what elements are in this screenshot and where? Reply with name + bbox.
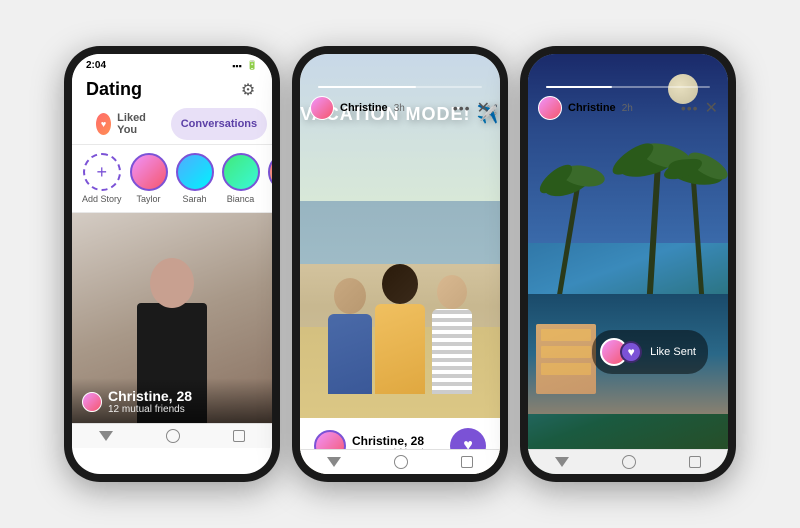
story-user-info-center: Christine 3h bbox=[310, 96, 405, 120]
status-time: 2:04 bbox=[86, 60, 106, 71]
story-username-right: Christine bbox=[568, 102, 616, 114]
recents-button-right[interactable] bbox=[689, 456, 701, 468]
phone-center: VACATION MODE! ✈️ Christine 3h ••• bbox=[292, 46, 508, 482]
close-icon-right[interactable]: ✕ bbox=[705, 98, 718, 118]
status-icons: ▪▪▪ 🔋 bbox=[232, 60, 258, 71]
like-sent-card: ♥ Like Sent bbox=[592, 330, 708, 374]
story-taylor[interactable]: Taylor bbox=[130, 153, 168, 204]
person-2 bbox=[375, 264, 425, 394]
story-actions: ••• ✕ bbox=[453, 98, 490, 118]
person-1 bbox=[328, 278, 372, 394]
add-story-button[interactable]: + bbox=[83, 153, 121, 191]
close-icon-center[interactable]: ✕ bbox=[477, 98, 490, 118]
bottom-nav-right bbox=[528, 449, 728, 474]
back-button-center[interactable] bbox=[327, 457, 341, 467]
tab-bar: ♥ Liked You Conversations bbox=[72, 104, 272, 145]
like-sent-avatars: ♥ bbox=[600, 338, 642, 366]
story-username-center: Christine bbox=[340, 102, 388, 114]
settings-icon[interactable]: ⚙ bbox=[238, 80, 258, 100]
story-header-right: Christine 2h ••• ✕ bbox=[528, 88, 728, 128]
home-button-center[interactable] bbox=[394, 455, 408, 469]
tab-conversations-label: Conversations bbox=[181, 118, 257, 130]
story-avatar-right bbox=[538, 96, 562, 120]
story-sarah[interactable]: Sarah bbox=[176, 153, 214, 204]
recents-button[interactable] bbox=[233, 430, 245, 442]
home-button-right[interactable] bbox=[622, 455, 636, 469]
story-bianca[interactable]: Bianca bbox=[222, 153, 260, 204]
profile-overlay: Christine, 28 12 mutual friends bbox=[72, 378, 272, 423]
story-actions-right: ••• ✕ bbox=[681, 98, 718, 118]
story-name-center: Christine, 28 bbox=[352, 434, 429, 448]
add-story-label: Add Story bbox=[82, 194, 122, 204]
phone-left: 2:04 ▪▪▪ 🔋 Dating ⚙ ♥ Liked You Conversa… bbox=[64, 46, 280, 482]
taylor-label: Taylor bbox=[137, 194, 161, 204]
bottom-nav-center bbox=[300, 449, 500, 474]
profile-card[interactable]: Christine, 28 12 mutual friends bbox=[72, 213, 272, 423]
story-fullscreen-right: ♥ Like Sent Christine 2h bbox=[528, 54, 728, 474]
taylor-avatar bbox=[130, 153, 168, 191]
story-add[interactable]: + Add Story bbox=[82, 153, 122, 204]
more-icon-center[interactable]: ••• bbox=[453, 100, 471, 116]
story-avatar-center bbox=[310, 96, 334, 120]
story-header-center: Christine 3h ••• ✕ bbox=[300, 88, 500, 128]
profile-mutual: 12 mutual friends bbox=[108, 404, 192, 415]
app-title: Dating bbox=[86, 79, 142, 100]
person-3 bbox=[432, 275, 472, 394]
like-sent-text: Like Sent bbox=[650, 346, 696, 358]
profile-mini-avatar bbox=[82, 392, 102, 412]
profile-name: Christine, 28 bbox=[108, 388, 192, 404]
back-button-right[interactable] bbox=[555, 457, 569, 467]
back-button[interactable] bbox=[99, 431, 113, 441]
sarah-avatar bbox=[176, 153, 214, 191]
story-time-right: 2h bbox=[622, 103, 633, 114]
home-button[interactable] bbox=[166, 429, 180, 443]
sarah-label: Sarah bbox=[183, 194, 207, 204]
phone-right: ♥ Like Sent Christine 2h bbox=[520, 46, 736, 482]
sp-avatar bbox=[268, 153, 272, 191]
building bbox=[536, 324, 596, 394]
tab-liked-you[interactable]: ♥ Liked You bbox=[86, 108, 163, 140]
like-sent-heart: ♥ bbox=[620, 341, 642, 363]
liked-you-avatar: ♥ bbox=[96, 113, 111, 135]
status-bar-left: 2:04 ▪▪▪ 🔋 bbox=[72, 54, 272, 73]
people-group bbox=[320, 214, 480, 394]
bianca-label: Bianca bbox=[227, 194, 255, 204]
bottom-nav-left bbox=[72, 423, 272, 448]
story-user-info-right: Christine 2h bbox=[538, 96, 633, 120]
story-fullscreen-center: VACATION MODE! ✈️ Christine 3h ••• bbox=[300, 54, 500, 474]
story-sp[interactable]: Sp... bbox=[268, 153, 272, 204]
bianca-avatar bbox=[222, 153, 260, 191]
more-icon-right[interactable]: ••• bbox=[681, 100, 699, 116]
dating-header: Dating ⚙ bbox=[72, 73, 272, 104]
recents-button-center[interactable] bbox=[461, 456, 473, 468]
story-time-center: 3h bbox=[394, 103, 405, 114]
tab-conversations[interactable]: Conversations bbox=[171, 108, 267, 140]
stories-row: + Add Story Taylor Sarah Bianca Sp bbox=[72, 145, 272, 213]
tab-liked-label: Liked You bbox=[117, 112, 153, 136]
